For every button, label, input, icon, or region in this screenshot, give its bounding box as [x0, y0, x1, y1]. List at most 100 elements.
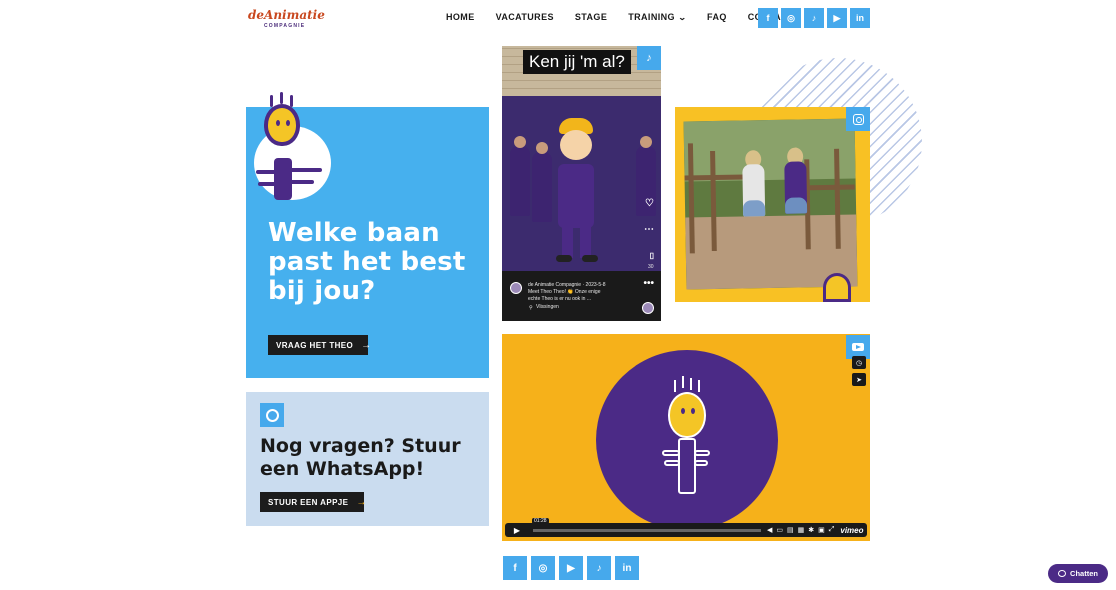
whatsapp-icon	[260, 403, 284, 427]
bookmark-icon[interactable]: ▯	[650, 251, 654, 260]
playground-beam	[802, 184, 855, 191]
tiktok-author: de Animatie Compagnie · 2023-5-8	[528, 282, 606, 288]
fullscreen-icon[interactable]: ⤢	[829, 526, 835, 534]
nav-training[interactable]: TRAINING ⌄	[628, 12, 686, 22]
chat-button[interactable]: Chatten	[1048, 564, 1108, 583]
mascot-eye	[276, 120, 280, 126]
mascot-hair	[682, 376, 684, 388]
share-icon[interactable]: ➤	[852, 373, 866, 386]
mascot-eye	[286, 120, 290, 126]
tiktok-caption: Ken jij 'm al?	[523, 50, 631, 74]
mascot-arm	[662, 450, 680, 456]
tiktok-location: Vlissingen	[536, 304, 559, 310]
pip-icon[interactable]: ▣	[818, 526, 825, 534]
transcript-icon[interactable]: ▤	[787, 526, 794, 534]
video-control-icons: ◀ ▭ ▤ ▦ ✱ ▣ ⤢	[767, 526, 838, 534]
facebook-icon[interactable]: f	[758, 8, 778, 28]
mascot-hair	[690, 378, 692, 390]
mascot-arm	[258, 182, 276, 186]
ask-theo-button[interactable]: VRAAG HET THEO →	[268, 335, 372, 355]
nav-stage-label: STAGE	[574, 12, 608, 22]
arrow-right-icon: →	[361, 339, 372, 351]
playground-beam	[684, 174, 745, 181]
footer-social-links: f ◎ ▶ ♪ in	[503, 556, 643, 580]
mascot-body	[274, 158, 292, 200]
settings-icon[interactable]: ✱	[808, 526, 814, 534]
nav-faq[interactable]: FAQ	[707, 12, 727, 22]
linkedin-icon[interactable]: in	[850, 8, 870, 28]
video-controls: ▶ ◀ ▭ ▤ ▦ ✱ ▣ ⤢ vimeo	[505, 523, 867, 537]
theo-mascot-icon	[668, 392, 706, 438]
music-avatar	[642, 302, 654, 314]
more-icon[interactable]: •••	[643, 278, 654, 289]
person-head	[514, 136, 526, 148]
page: deAnimatie COMPAGNIE HOME VACATURES STAG…	[0, 0, 1116, 590]
nav-home[interactable]: HOME	[446, 12, 475, 22]
linkedin-icon[interactable]: in	[615, 556, 639, 580]
chat-label: Chatten	[1070, 569, 1098, 578]
playground-photo	[683, 118, 858, 290]
video-progress-bar[interactable]	[533, 528, 761, 532]
theo-mascot-icon	[264, 104, 300, 146]
person-figure	[510, 146, 530, 216]
nav-home-label: HOME	[446, 12, 475, 22]
mascot-eye	[691, 408, 695, 414]
mascot-arm	[694, 450, 710, 456]
nav-vacatures[interactable]: VACATURES	[496, 12, 554, 22]
girl-shorts	[784, 197, 808, 214]
watch-later-icon[interactable]: ◷	[852, 356, 866, 369]
site-header: deAnimatie COMPAGNIE HOME VACATURES STAG…	[0, 0, 1116, 36]
header-social-links: f ◎ ♪ ▶ in	[758, 8, 873, 28]
mascot-hair	[270, 95, 273, 107]
nav-stage[interactable]: STAGE	[575, 12, 607, 22]
ask-theo-label: VRAAG HET THEO	[276, 340, 354, 350]
facebook-icon[interactable]: f	[503, 556, 527, 580]
youtube-icon[interactable]: ▶	[827, 8, 847, 28]
mascot-arm	[290, 168, 322, 172]
tiktok-icon[interactable]: ♪	[637, 46, 661, 70]
instagram-icon[interactable]: ◎	[781, 8, 801, 28]
author-avatar[interactable]	[510, 282, 522, 294]
arrow-right-icon: →	[356, 496, 367, 508]
chat-bubble-icon	[1058, 570, 1067, 577]
tiktok-text: Meet Theo Theo! 👏 Onze enige	[528, 289, 601, 295]
person-head	[640, 136, 652, 148]
mascot-arm	[256, 170, 276, 174]
tiktok-icon[interactable]: ♪	[587, 556, 611, 580]
tiktok-icon[interactable]: ♪	[804, 8, 824, 28]
nav-training-label: TRAINING	[628, 12, 675, 22]
heart-icon[interactable]: ♡	[645, 198, 654, 209]
comment-icon[interactable]: ⋯	[644, 224, 654, 235]
whatsapp-card-title: Nog vragen? Stuur een WhatsApp!	[260, 435, 461, 480]
vimeo-video-player[interactable]	[502, 334, 870, 541]
volume-icon[interactable]: ◀	[767, 526, 772, 534]
logo-subtitle: COMPAGNIE	[264, 23, 306, 29]
mascot-shoe	[556, 255, 572, 262]
mascot-hair	[698, 380, 700, 392]
mascot-shoe	[582, 255, 598, 262]
person-figure	[532, 152, 552, 222]
captions-icon[interactable]: ▭	[776, 526, 783, 534]
site-logo[interactable]: deAnimatie COMPAGNIE	[248, 8, 325, 30]
send-whatsapp-button[interactable]: STUUR EEN APPJE →	[260, 492, 367, 512]
mascot-arm	[290, 180, 314, 184]
vimeo-logo[interactable]: vimeo	[840, 526, 863, 535]
mascot-body	[678, 438, 696, 494]
tiktok-text: echte Theo is er nu ook in ...	[528, 296, 592, 302]
mascot-arm	[694, 460, 708, 466]
play-icon[interactable]: ▶	[505, 523, 529, 537]
chapters-icon[interactable]: ▦	[798, 526, 805, 534]
youtube-icon[interactable]: ▶	[559, 556, 583, 580]
trees-background	[683, 118, 856, 182]
mascot-face	[560, 130, 592, 160]
tiktok-post[interactable]: Ken jij 'm al? ♪ ♡ ⋯ ▯ 30 ••• de Animati…	[502, 46, 661, 321]
mascot-costume	[558, 164, 594, 228]
mascot-leg	[580, 224, 591, 258]
mascot-eye	[681, 408, 685, 414]
logo-wordmark: deAnimatie	[248, 8, 325, 22]
instagram-icon[interactable]: ◎	[531, 556, 555, 580]
nav-faq-label: FAQ	[707, 12, 727, 22]
mascot-leg	[562, 224, 573, 258]
instagram-icon[interactable]	[846, 107, 870, 131]
girl-shorts	[742, 200, 766, 217]
